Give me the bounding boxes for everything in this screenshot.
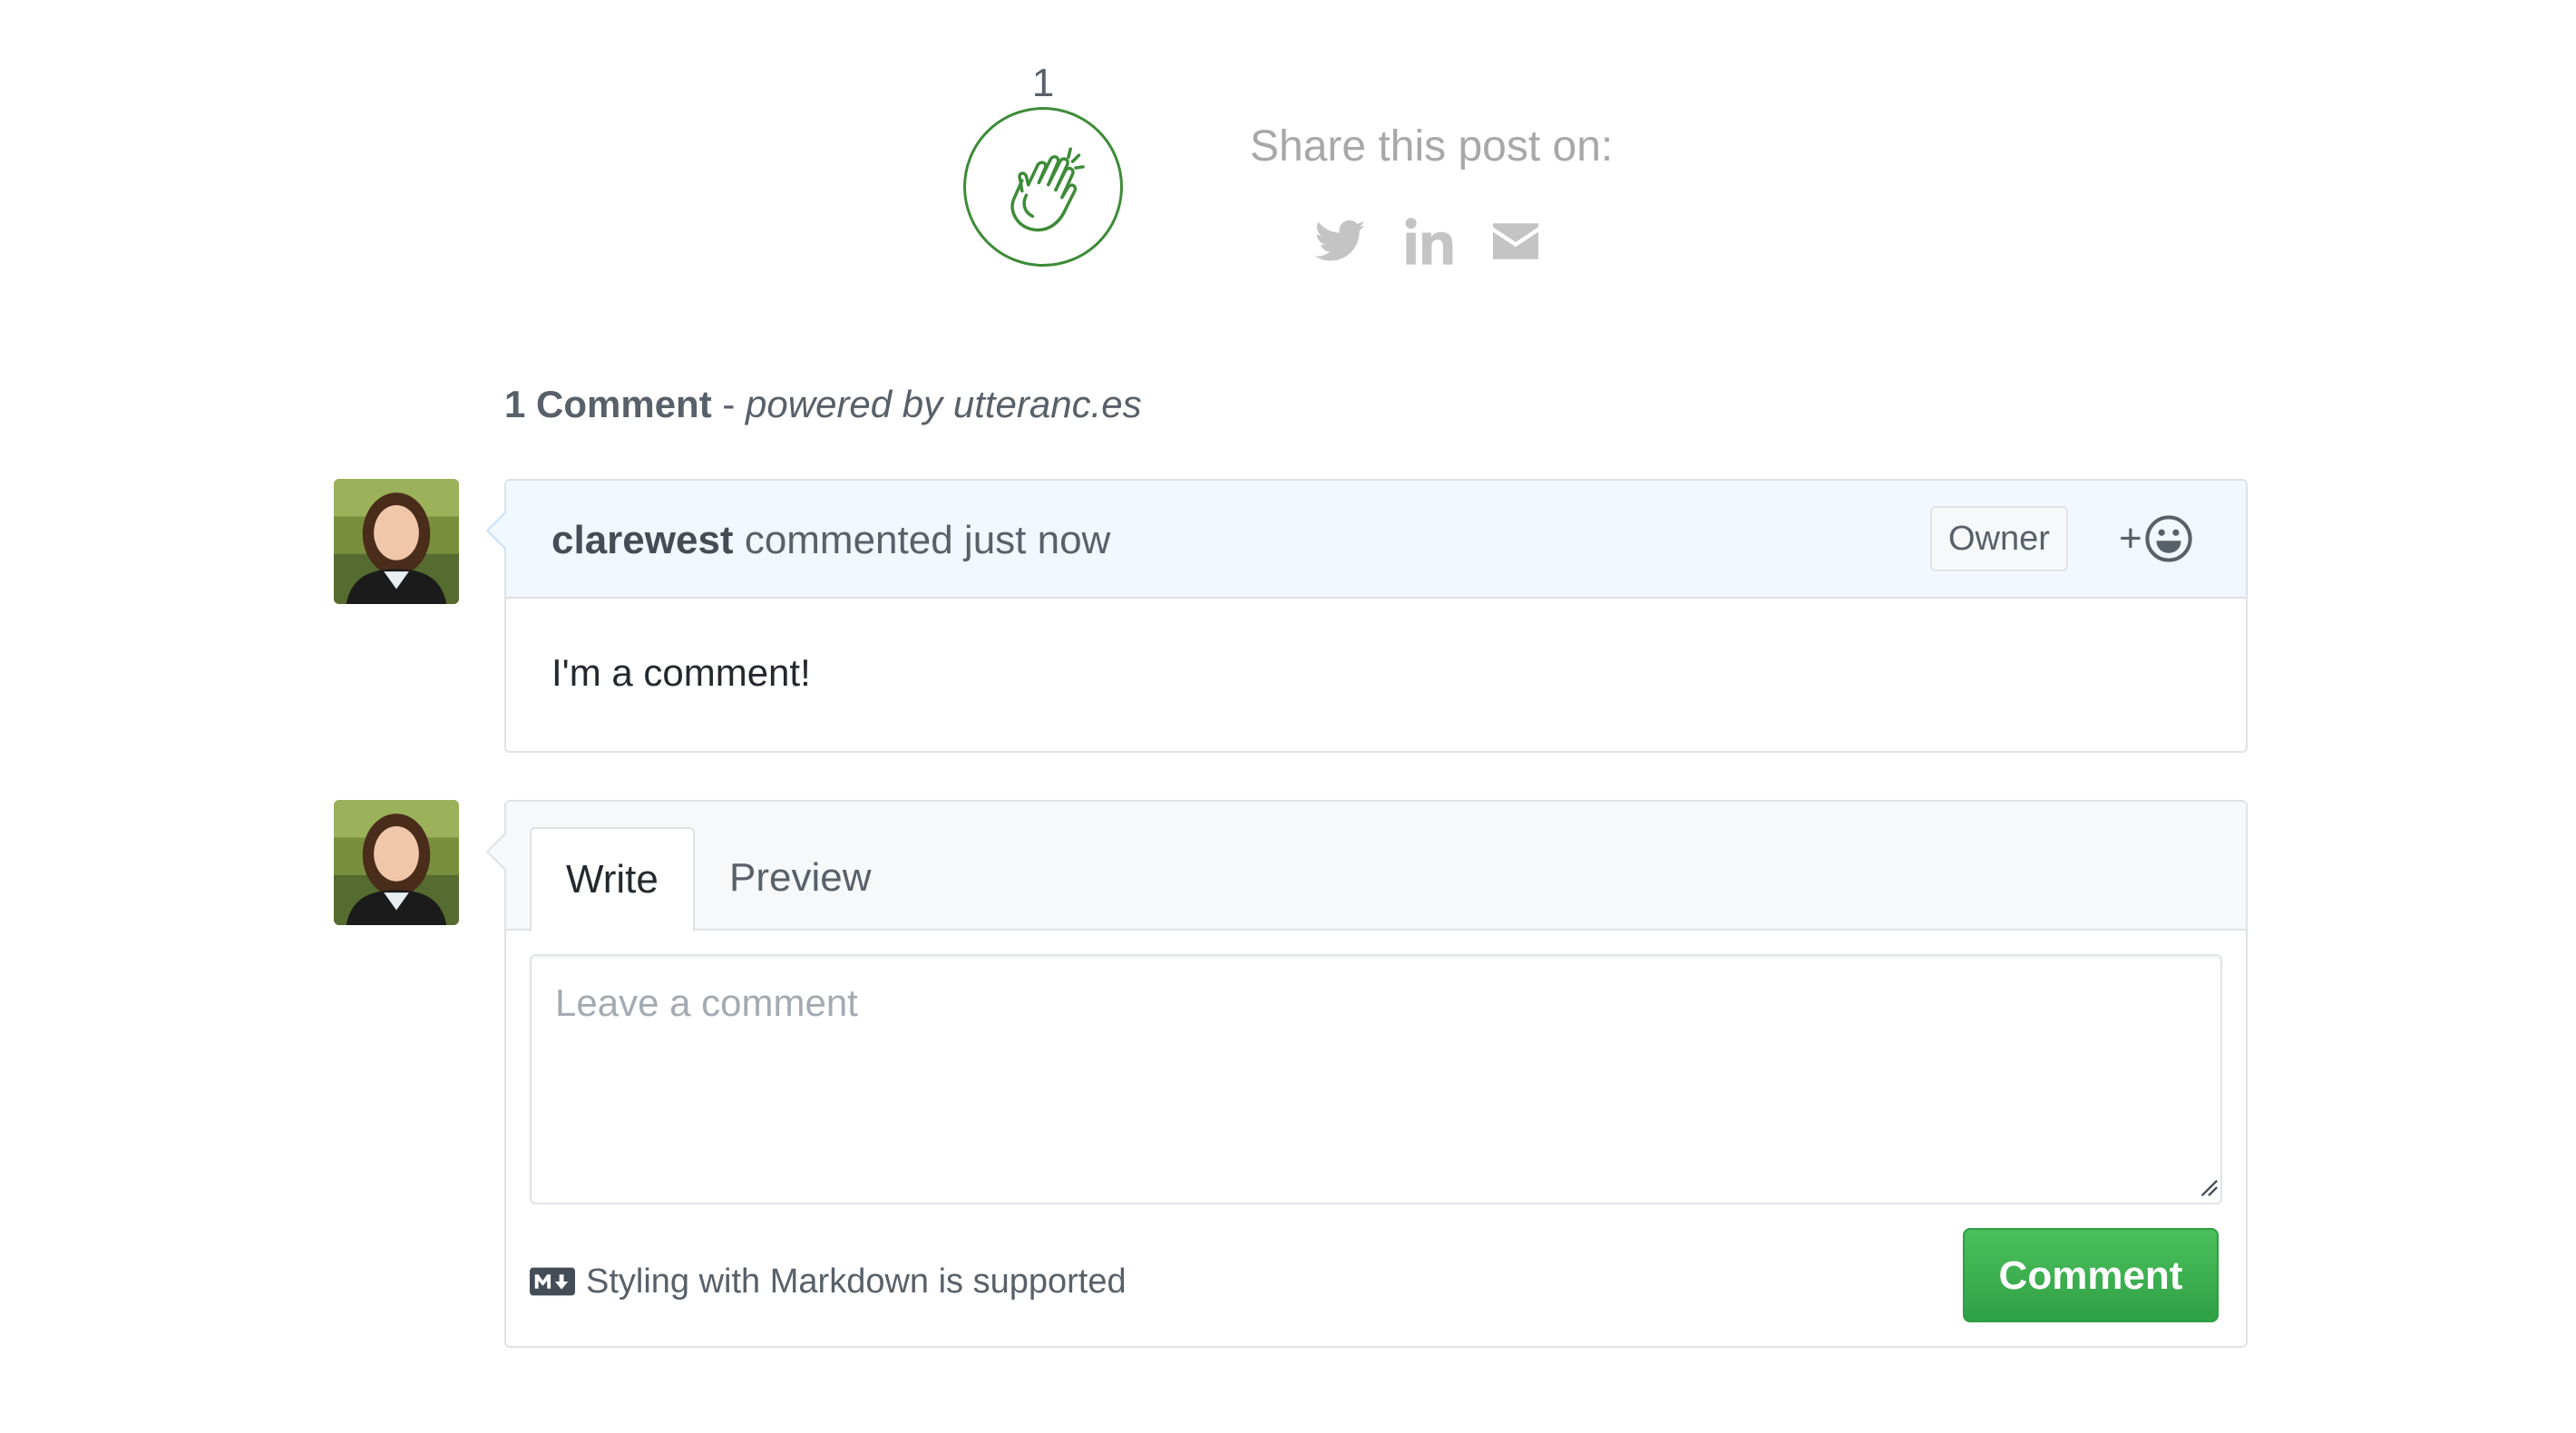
markdown-help-link[interactable]: Styling with Markdown is supported xyxy=(530,1259,1127,1304)
share-title: Share this post on: xyxy=(1250,122,1614,171)
powered-by-link[interactable]: powered by utteranc.es xyxy=(746,383,1142,425)
comments-header: 1 Comment - powered by utteranc.es xyxy=(504,377,1142,432)
linkedin-icon xyxy=(1405,218,1453,265)
comment-author-avatar[interactable] xyxy=(334,479,459,604)
smiley-icon xyxy=(2145,515,2192,562)
resize-handle-icon[interactable] xyxy=(2199,1177,2219,1197)
comment-meta: clarewest commented just now xyxy=(551,515,1110,566)
share-email-link[interactable] xyxy=(1493,209,1538,274)
header-separator: - xyxy=(711,383,746,425)
comment-header: clarewest commented just now Owner + xyxy=(506,481,2246,599)
new-comment-form: Write Preview Styling with Markdown is s… xyxy=(485,800,2248,1348)
comment-count: 1 Comment xyxy=(504,383,712,425)
markdown-icon xyxy=(530,1267,575,1296)
clap-count: 1 xyxy=(1031,61,1055,105)
comment-card: clarewest commented just now Owner + I'm… xyxy=(485,479,2248,753)
share-linkedin-link[interactable] xyxy=(1404,209,1455,274)
share-twitter-link[interactable] xyxy=(1315,209,1366,274)
plus-icon: + xyxy=(2119,516,2142,561)
share-links xyxy=(1315,209,1576,274)
markdown-note-text: Styling with Markdown is supported xyxy=(586,1262,1127,1301)
clapping-hands-icon xyxy=(1010,147,1085,232)
tab-write[interactable]: Write xyxy=(530,827,695,932)
comment-author-link[interactable]: clarewest xyxy=(551,518,734,562)
avatar-image xyxy=(334,479,459,604)
submit-comment-button[interactable]: Comment xyxy=(1963,1228,2219,1322)
current-user-avatar[interactable] xyxy=(334,800,459,925)
add-reaction-button[interactable]: + xyxy=(2119,510,2193,568)
twitter-icon xyxy=(1315,219,1366,261)
tab-preview[interactable]: Preview xyxy=(695,827,906,931)
avatar-image xyxy=(334,800,459,925)
comment-action-text: commented just now xyxy=(744,518,1111,562)
owner-badge: Owner xyxy=(1930,506,2068,571)
clap-button[interactable] xyxy=(963,107,1123,267)
comment-body: I'm a comment! xyxy=(551,651,811,694)
comment-textarea[interactable] xyxy=(530,954,2222,1204)
email-icon xyxy=(1493,223,1538,259)
editor-tabs: Write Preview xyxy=(506,802,2246,932)
